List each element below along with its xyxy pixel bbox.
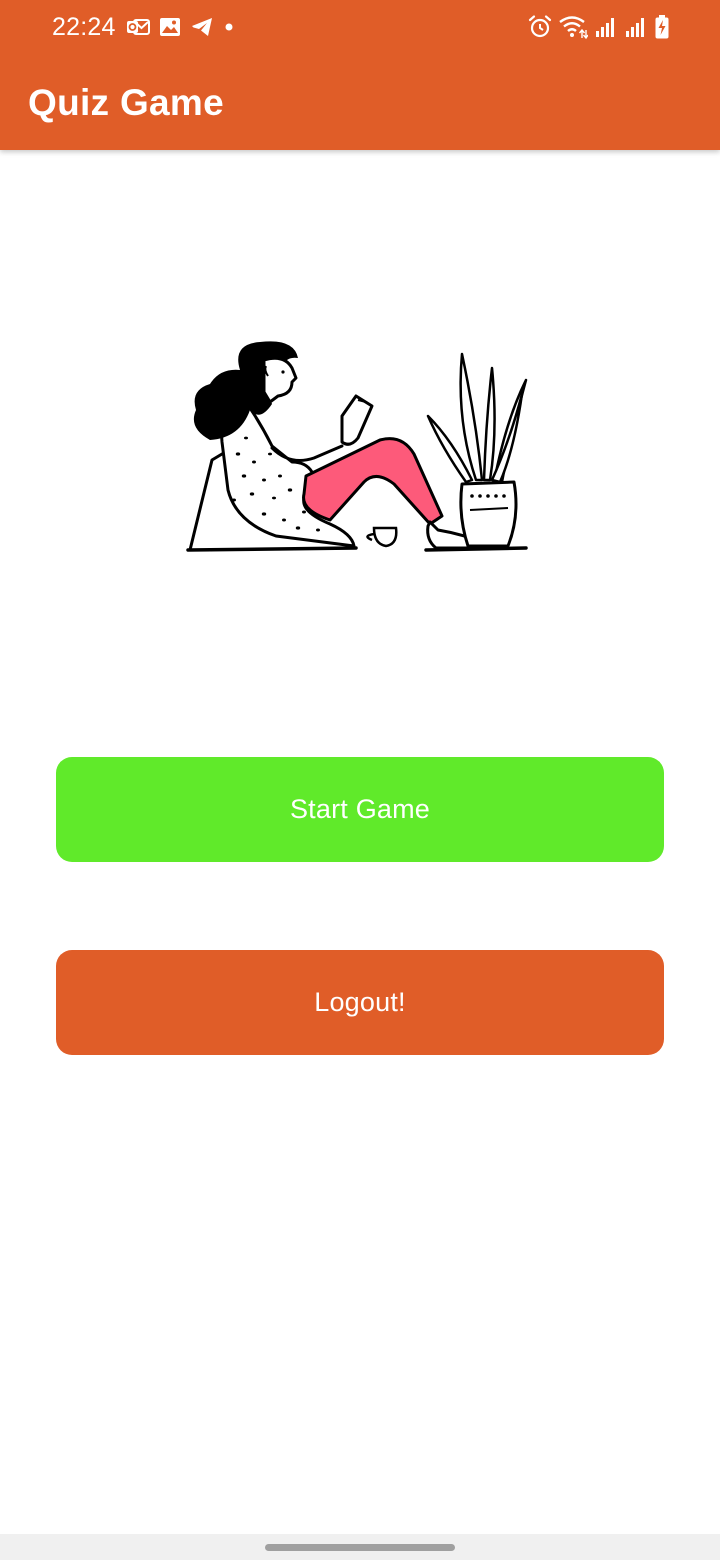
wifi-icon [558, 14, 588, 40]
alarm-icon [528, 14, 552, 40]
home-gesture-handle[interactable] [265, 1544, 455, 1551]
status-left-icons [126, 14, 235, 40]
signal-icon [624, 14, 648, 40]
status-time: 22:24 [52, 13, 116, 41]
notification-dot-icon [223, 16, 235, 38]
battery-charging-icon [654, 14, 670, 40]
navigation-bar [0, 1534, 720, 1560]
signal-icon [594, 14, 618, 40]
logout-button[interactable]: Logout! [56, 950, 664, 1055]
woman-reading-illustration [180, 330, 540, 560]
status-right-icons [528, 13, 670, 41]
status-bar: 22:24 [0, 0, 720, 56]
app-bar: 22:24 Quiz Game [0, 0, 720, 150]
start-game-button[interactable]: Start Game [56, 757, 664, 862]
app-title: Quiz Game [28, 82, 224, 123]
gallery-icon [159, 16, 181, 38]
outlook-icon [126, 16, 150, 38]
telegram-icon [190, 16, 214, 38]
